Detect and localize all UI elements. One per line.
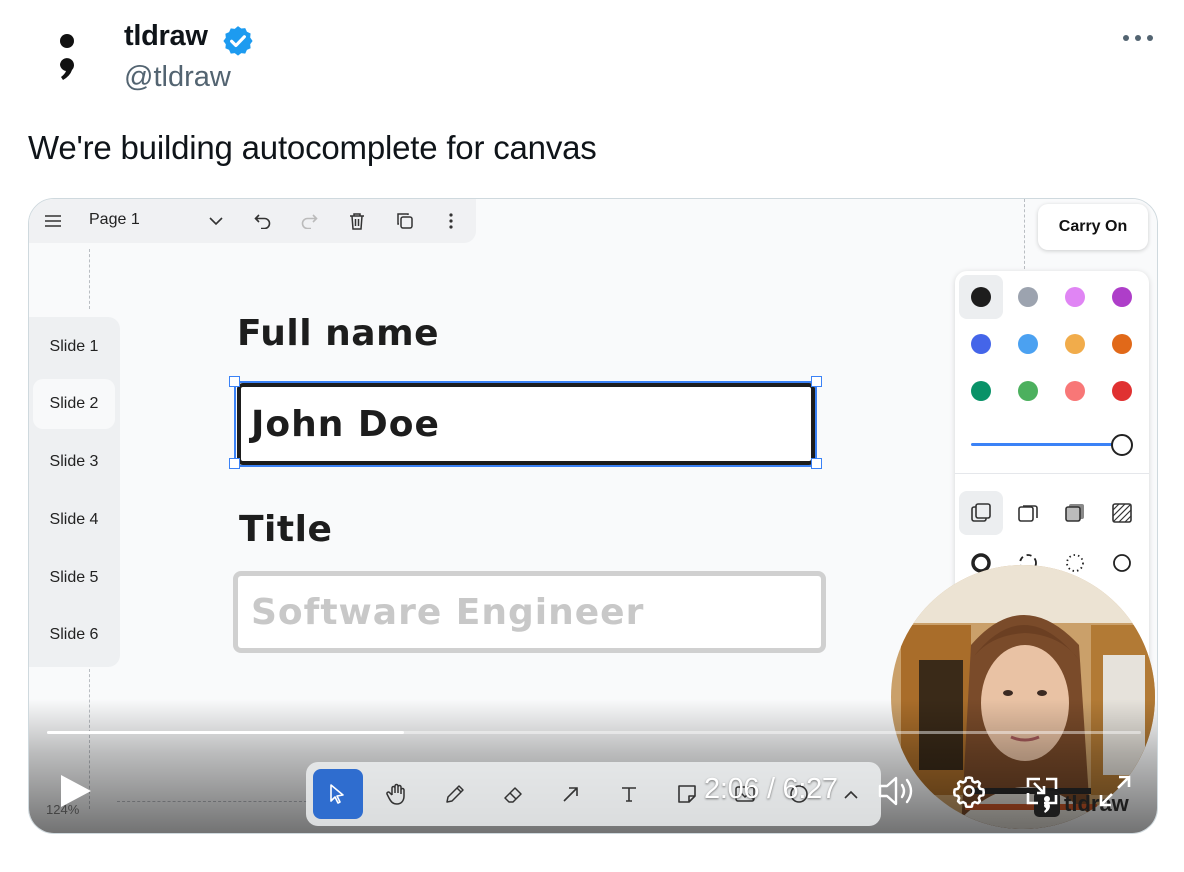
color-swatch[interactable] <box>971 334 991 354</box>
text-tool[interactable] <box>604 769 654 819</box>
color-swatch[interactable] <box>1065 287 1085 307</box>
draw-tool[interactable] <box>430 769 480 819</box>
divider <box>955 473 1149 474</box>
fullscreen-button[interactable] <box>1095 771 1135 811</box>
color-swatch[interactable] <box>971 287 991 307</box>
color-swatch[interactable] <box>1112 287 1132 307</box>
verified-badge-icon[interactable] <box>221 24 255 58</box>
slide-item[interactable]: Slide 1 <box>33 322 115 372</box>
hand-icon <box>386 783 405 805</box>
video-player[interactable]: Page 1 Carry On Slide 1 Slide 2 Slide 3 … <box>28 198 1158 834</box>
select-tool[interactable] <box>313 769 363 819</box>
slide-item[interactable]: Slide 6 <box>33 610 115 660</box>
undo-icon[interactable] <box>251 209 275 233</box>
opacity-slider-track[interactable] <box>971 443 1119 446</box>
color-swatch[interactable] <box>1112 381 1132 401</box>
video-time: 2:06 / 6:27 <box>704 773 838 805</box>
sticky-note-icon <box>678 785 696 803</box>
trash-icon[interactable] <box>345 209 369 233</box>
eraser-tool[interactable] <box>488 769 538 819</box>
carry-on-button[interactable]: Carry On <box>1038 204 1148 250</box>
guide-line <box>117 801 307 802</box>
more-vertical-icon[interactable] <box>439 209 463 233</box>
volume-button[interactable] <box>877 771 917 811</box>
avatar[interactable] <box>26 16 110 100</box>
resize-handle[interactable] <box>229 376 240 387</box>
hand-tool[interactable] <box>372 769 422 819</box>
resize-handle[interactable] <box>811 458 822 469</box>
fill-none-icon[interactable] <box>969 501 993 525</box>
guide-line <box>89 249 90 309</box>
settings-button[interactable] <box>949 771 989 811</box>
play-button[interactable] <box>55 771 95 811</box>
color-swatch[interactable] <box>1018 334 1038 354</box>
volume-icon <box>878 776 913 806</box>
arrow-tool[interactable] <box>546 769 596 819</box>
color-swatch[interactable] <box>1018 381 1038 401</box>
handle[interactable]: @tldraw <box>124 61 231 94</box>
page-menu-bar: Page 1 <box>29 199 476 243</box>
chevron-up-icon <box>844 790 858 799</box>
more-horizontal-icon <box>1123 35 1153 41</box>
resize-handle[interactable] <box>229 458 240 469</box>
progress-fill <box>47 731 404 734</box>
play-icon <box>61 775 91 807</box>
picture-in-picture-button[interactable] <box>1022 771 1062 811</box>
dash-dotted-icon[interactable] <box>1063 551 1087 575</box>
slides-panel: Slide 1 Slide 2 Slide 3 Slide 4 Slide 5 … <box>29 317 120 667</box>
opacity-slider-thumb[interactable] <box>1111 434 1133 456</box>
pencil-icon <box>446 785 464 803</box>
display-name[interactable]: tldraw <box>124 20 208 53</box>
pip-icon <box>1026 777 1058 805</box>
page-name[interactable]: Page 1 <box>89 211 140 229</box>
hamburger-menu-icon[interactable] <box>41 209 65 233</box>
fill-pattern-icon[interactable] <box>1110 501 1134 525</box>
slide-item[interactable]: Slide 3 <box>33 437 115 487</box>
fill-semi-icon[interactable] <box>1016 501 1040 525</box>
guide-line <box>1024 199 1025 269</box>
tweet-text: We're building autocomplete for canvas <box>28 129 597 166</box>
fullscreen-icon <box>1099 775 1131 807</box>
cursor-icon <box>330 784 344 804</box>
resize-handle[interactable] <box>811 376 822 387</box>
color-swatch[interactable] <box>1018 287 1038 307</box>
full-name-label[interactable]: Full name <box>237 313 439 354</box>
more-button[interactable] <box>1118 22 1158 54</box>
full-name-value: John Doe <box>251 404 440 445</box>
dash-solid-icon[interactable] <box>1110 551 1134 575</box>
progress-bar[interactable] <box>47 731 1141 734</box>
semicolon-logo <box>60 34 74 80</box>
slide-item[interactable]: Slide 5 <box>33 553 115 603</box>
slide-item[interactable]: Slide 4 <box>33 495 115 545</box>
gear-icon <box>952 776 986 808</box>
redo-icon[interactable] <box>297 209 321 233</box>
arrow-icon <box>563 787 578 802</box>
color-swatch[interactable] <box>971 381 991 401</box>
eraser-icon <box>504 787 522 803</box>
color-swatch[interactable] <box>1112 334 1132 354</box>
color-swatch[interactable] <box>1065 381 1085 401</box>
fill-solid-icon[interactable] <box>1063 501 1087 525</box>
title-placeholder: Software Engineer <box>251 592 645 633</box>
slide-item[interactable]: Slide 2 <box>33 379 115 429</box>
color-swatch[interactable] <box>1065 334 1085 354</box>
duplicate-icon[interactable] <box>393 209 417 233</box>
text-icon <box>622 787 636 802</box>
title-label[interactable]: Title <box>239 509 332 550</box>
chevron-down-icon[interactable] <box>204 209 228 233</box>
